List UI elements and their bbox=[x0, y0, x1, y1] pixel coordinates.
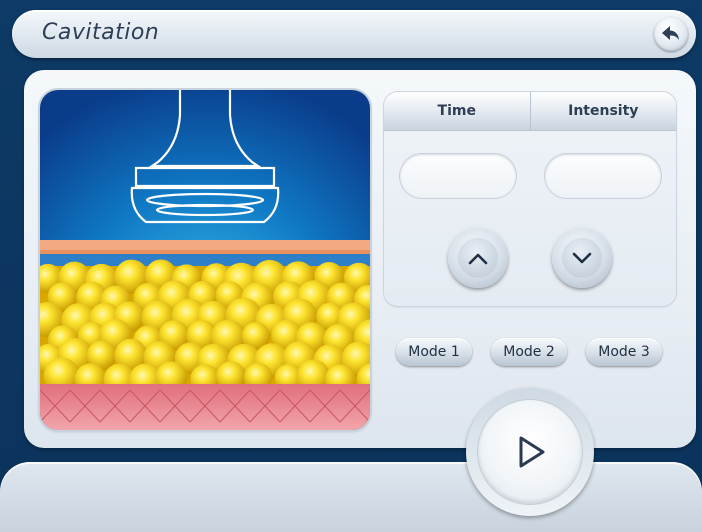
page-title: Cavitation bbox=[42, 20, 160, 45]
tab-time[interactable]: Time bbox=[384, 92, 530, 130]
treatment-illustration bbox=[40, 90, 370, 430]
ultrasound-probe-fat-layer-illustration bbox=[40, 90, 370, 430]
chevron-up-icon bbox=[468, 253, 488, 265]
settings-tabs: Time Intensity bbox=[384, 92, 676, 131]
tab-intensity[interactable]: Intensity bbox=[529, 92, 677, 130]
mode-2-button[interactable]: Mode 2 bbox=[491, 338, 567, 366]
play-button[interactable] bbox=[478, 400, 582, 504]
chevron-down-icon bbox=[572, 252, 592, 264]
mode-3-button[interactable]: Mode 3 bbox=[586, 338, 662, 366]
back-button[interactable] bbox=[654, 17, 688, 51]
time-value-field[interactable] bbox=[400, 154, 516, 198]
header-bar: Cavitation bbox=[12, 10, 696, 58]
intensity-value-field[interactable] bbox=[545, 154, 661, 198]
mode-1-button[interactable]: Mode 1 bbox=[396, 338, 472, 366]
decrease-button[interactable] bbox=[552, 228, 612, 288]
bottom-bar bbox=[0, 462, 702, 532]
back-arrow-icon bbox=[662, 26, 679, 40]
fat-cells bbox=[40, 259, 370, 398]
play-icon bbox=[519, 436, 545, 468]
play-button-ring bbox=[466, 388, 594, 516]
settings-box: Time Intensity bbox=[384, 92, 676, 306]
increase-button[interactable] bbox=[448, 228, 508, 288]
